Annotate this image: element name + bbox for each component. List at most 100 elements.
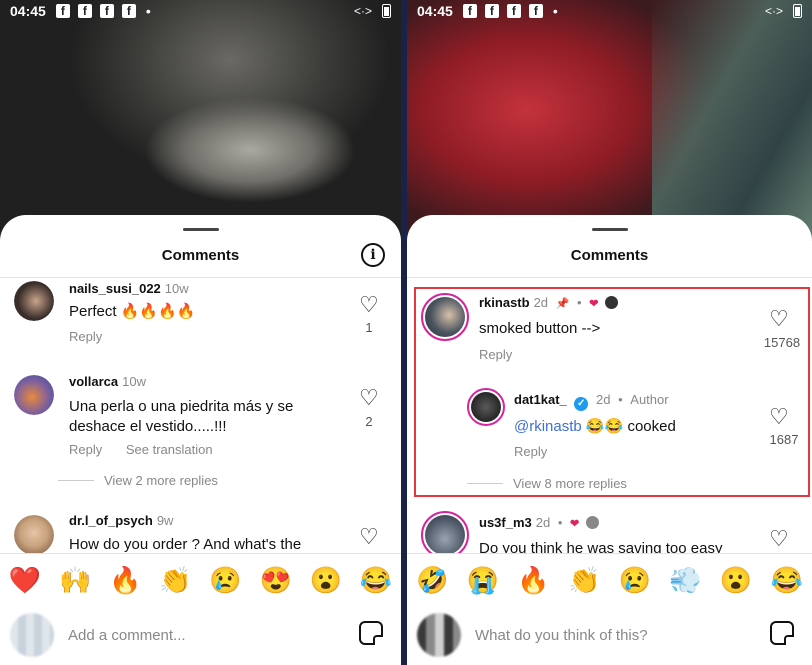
like-count: 15768 xyxy=(763,335,801,350)
info-icon[interactable]: i xyxy=(361,243,385,267)
comment-text: @rkinastb 😂😂 cooked xyxy=(514,417,754,437)
emoji-crying[interactable]: 😢 xyxy=(206,565,246,596)
avatar[interactable] xyxy=(421,511,469,559)
facebook-notif-icon: f xyxy=(99,4,114,18)
comment-username[interactable]: us3f_m3 2d • ❤ xyxy=(479,515,599,530)
divider xyxy=(0,277,401,278)
heart-icon[interactable]: ♡ xyxy=(359,387,379,409)
status-time: 04:45 xyxy=(417,3,453,19)
avatar-image xyxy=(425,297,465,337)
reply-button[interactable]: Reply xyxy=(479,347,512,362)
reply-button[interactable]: Reply xyxy=(69,442,102,457)
comment-text: How do you order ? And what's the xyxy=(69,536,302,553)
comment-username[interactable]: rkinastb 2d 📌 • ❤ xyxy=(479,295,619,310)
drag-handle[interactable] xyxy=(182,228,219,231)
avatar[interactable] xyxy=(14,515,54,555)
avatar[interactable] xyxy=(421,293,469,341)
facebook-notif-icon: f xyxy=(55,4,70,18)
liked-by-avatar xyxy=(605,296,619,309)
emoji-dash[interactable]: 💨 xyxy=(665,565,705,596)
heart-icon[interactable]: ♡ xyxy=(359,294,379,316)
comment-username[interactable]: nails_susi_022 10w xyxy=(69,281,189,296)
emoji-laughing[interactable]: 😂 xyxy=(767,565,807,596)
comments-sheet: Comments i nails_susi_022 10w Perfect 🔥🔥🔥… xyxy=(0,215,401,665)
current-user-avatar xyxy=(10,613,54,657)
avatar[interactable] xyxy=(14,375,54,415)
comment-input[interactable]: What do you think of this? xyxy=(475,627,648,644)
status-bar: 04:45 f f f f • <·> xyxy=(0,0,401,22)
facebook-notif-icon: f xyxy=(484,4,499,18)
emoji-laughing[interactable]: 😂 xyxy=(356,565,396,596)
separator-dot: • xyxy=(577,295,582,310)
comment-username[interactable]: dr.l_of_psych 9w xyxy=(69,513,173,528)
view-more-replies[interactable]: View 8 more replies xyxy=(467,476,627,491)
emoji-reaction-bar: 🤣 😭 🔥 👏 😢 💨 😮 😂 xyxy=(407,553,812,607)
comment-time: 9w xyxy=(156,513,174,528)
liked-by-avatar xyxy=(585,516,599,529)
sticker-icon[interactable] xyxy=(359,621,383,645)
drag-handle[interactable] xyxy=(591,228,628,231)
reply-button[interactable]: Reply xyxy=(69,329,102,344)
avatar[interactable] xyxy=(14,281,54,321)
comment-time: 2d xyxy=(596,392,611,407)
heart-icon[interactable]: ♡ xyxy=(769,528,789,550)
emoji-rofl[interactable]: 🤣 xyxy=(412,565,452,596)
comment-username[interactable]: vollarca 10w xyxy=(69,374,146,389)
facebook-notif-icon: f xyxy=(506,4,521,18)
emoji-fire[interactable]: 🔥 xyxy=(105,565,145,596)
username-text[interactable]: vollarca xyxy=(69,374,118,389)
like-count: 1687 xyxy=(769,432,799,447)
emoji-heart[interactable]: ❤️ xyxy=(5,565,45,596)
comment-text: Perfect 🔥🔥🔥🔥 xyxy=(69,303,196,320)
comment-username[interactable]: dat1kat_ ✓ 2d • Author xyxy=(514,392,669,411)
like-count: 2 xyxy=(365,414,373,429)
facebook-notif-icon: f xyxy=(77,4,92,18)
video-background xyxy=(407,0,812,240)
more-notifs-dot: • xyxy=(552,3,558,19)
emoji-crying[interactable]: 😢 xyxy=(615,565,655,596)
avatar-image xyxy=(471,392,501,422)
status-time: 04:45 xyxy=(10,3,46,19)
comment-text: Do you think he was saving too easy xyxy=(479,540,723,553)
see-translation-button[interactable]: See translation xyxy=(126,442,213,457)
emoji-clap[interactable]: 👏 xyxy=(155,565,195,596)
divider xyxy=(407,277,812,278)
emoji-sobbing[interactable]: 😭 xyxy=(463,565,503,596)
verified-badge-icon: ✓ xyxy=(574,397,589,411)
emoji-heart-eyes[interactable]: 😍 xyxy=(256,565,296,596)
username-text[interactable]: us3f_m3 xyxy=(479,515,532,530)
comment-text: Una perla o una piedrita más y se deshac… xyxy=(69,398,294,435)
mention-link[interactable]: @rkinastb xyxy=(514,418,582,435)
author-label: Author xyxy=(630,392,669,407)
heart-icon[interactable]: ♡ xyxy=(359,526,379,548)
reply-button[interactable]: Reply xyxy=(514,444,547,459)
emoji-raised-hands[interactable]: 🙌 xyxy=(55,565,95,596)
facebook-notif-icon: f xyxy=(462,4,477,18)
video-background xyxy=(0,0,401,240)
avatar[interactable] xyxy=(467,388,505,426)
username-text[interactable]: rkinastb xyxy=(479,295,530,310)
username-text[interactable]: nails_susi_022 xyxy=(69,281,161,296)
username-text[interactable]: dr.l_of_psych xyxy=(69,513,153,528)
emoji-surprised[interactable]: 😮 xyxy=(716,565,756,596)
comment-actions: Reply xyxy=(514,444,567,459)
avatar-image xyxy=(425,515,465,555)
comment-input-row: What do you think of this? xyxy=(407,607,812,665)
username-text[interactable]: dat1kat_ xyxy=(514,392,567,407)
sticker-icon[interactable] xyxy=(770,621,794,645)
emoji-surprised[interactable]: 😮 xyxy=(306,565,346,596)
heart-icon[interactable]: ♡ xyxy=(769,406,789,428)
comment-input[interactable]: Add a comment... xyxy=(68,627,186,644)
comment-time: 2d xyxy=(533,295,549,310)
view-more-replies[interactable]: View 2 more replies xyxy=(58,473,218,488)
comment-time: 10w xyxy=(164,281,189,296)
emoji-clap[interactable]: 👏 xyxy=(564,565,604,596)
separator-dot: • xyxy=(557,515,563,530)
heart-icon[interactable]: ♡ xyxy=(769,308,789,330)
creator-heart-icon: ❤ xyxy=(570,518,580,530)
battery-icon xyxy=(382,4,391,18)
data-transfer-icon: <·> xyxy=(353,4,372,18)
comment-actions: Reply See translation xyxy=(69,442,233,457)
emoji-fire[interactable]: 🔥 xyxy=(514,565,554,596)
avatar-image xyxy=(14,281,54,321)
